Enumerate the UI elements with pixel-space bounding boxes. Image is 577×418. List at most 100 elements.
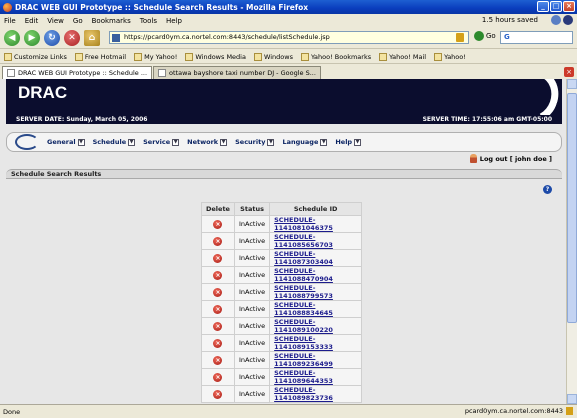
bookmark-item[interactable]: Yahoo!	[434, 52, 466, 61]
search-input[interactable]: G	[500, 31, 573, 44]
menu-security[interactable]: Security ▼	[235, 138, 275, 146]
lock-icon[interactable]	[456, 33, 464, 42]
menu-general[interactable]: General ▼	[47, 138, 85, 146]
delete-icon[interactable]: ×	[213, 389, 223, 399]
maximize-button[interactable]: □	[550, 1, 562, 12]
schedule-id-link[interactable]: SCHEDULE-1141081046375	[274, 216, 333, 232]
menu-bookmarks[interactable]: Bookmarks	[92, 17, 131, 25]
schedule-id-cell: SCHEDULE-1141089644353	[269, 368, 363, 386]
address-bar[interactable]: https://pcard0ym.ca.nortel.com:8443/sche…	[109, 31, 469, 44]
schedule-id-link[interactable]: SCHEDULE-1141087303404	[274, 250, 333, 266]
site-favicon-icon	[112, 34, 120, 42]
bookmark-item[interactable]: Yahoo! Bookmarks	[300, 52, 371, 61]
server-time: SERVER TIME: 17:55:06 am GMT-05:00	[422, 116, 552, 123]
tab-close-icon[interactable]: ×	[564, 67, 574, 77]
schedule-id-link[interactable]: SCHEDULE-1141088470904	[274, 267, 333, 283]
schedule-id-link[interactable]: SCHEDULE-1141089823736	[274, 386, 333, 402]
schedule-id-cell: SCHEDULE-1141089236499	[269, 351, 363, 369]
menu-go[interactable]: Go	[73, 17, 83, 25]
schedule-id-link[interactable]: SCHEDULE-1141088799573	[274, 284, 333, 300]
tab-drac[interactable]: DRAC WEB GUI Prototype :: Schedule ...	[2, 66, 153, 79]
drac-banner: DRAC	[6, 79, 562, 115]
schedule-id-cell: SCHEDULE-1141085656703	[269, 232, 363, 250]
table-row: × InActive SCHEDULE-1141089644353	[201, 368, 363, 386]
menu-edit[interactable]: Edit	[25, 17, 39, 25]
tab-google[interactable]: ottawa bayshore taxi number DJ - Google …	[153, 66, 321, 79]
minimize-button[interactable]: _	[537, 1, 549, 12]
schedule-id-link[interactable]: SCHEDULE-1141089100220	[274, 318, 333, 334]
schedule-id-link[interactable]: SCHEDULE-1141089153333	[274, 335, 333, 351]
chevron-down-icon: ▼	[354, 138, 362, 146]
bookmark-item[interactable]: Yahoo! Mail	[379, 52, 426, 61]
delete-cell: ×	[201, 249, 235, 267]
secure-lock-icon[interactable]	[566, 407, 573, 415]
reload-button[interactable]: ↻	[44, 29, 60, 46]
status-cell: InActive	[233, 300, 271, 318]
stop-button[interactable]: ✕	[64, 29, 80, 46]
delete-icon[interactable]: ×	[213, 338, 223, 348]
scroll-up-button[interactable]	[567, 79, 577, 89]
go-button[interactable]: Go	[474, 31, 496, 41]
delete-icon[interactable]: ×	[213, 270, 223, 280]
server-date: SERVER DATE: Sunday, March 05, 2006	[16, 116, 148, 123]
bookmark-icon	[300, 52, 309, 61]
delete-cell: ×	[201, 351, 235, 369]
table-row: × InActive SCHEDULE-1141088799573	[201, 283, 363, 301]
menu-language[interactable]: Language ▼	[282, 138, 328, 146]
column-header-status: Status	[233, 202, 271, 216]
schedule-id-link[interactable]: SCHEDULE-1141085656703	[274, 233, 333, 249]
menu-view[interactable]: View	[47, 17, 64, 25]
bookmark-item[interactable]: My Yahoo!	[134, 52, 177, 61]
delete-icon[interactable]: ×	[213, 236, 223, 246]
bookmark-icon	[134, 52, 143, 61]
menu-file[interactable]: File	[4, 17, 16, 25]
menu-help-app[interactable]: Help ▼	[335, 138, 362, 146]
delete-icon[interactable]: ×	[213, 321, 223, 331]
addon-icon[interactable]	[551, 15, 561, 25]
delete-icon[interactable]: ×	[213, 355, 223, 365]
schedule-id-link[interactable]: SCHEDULE-1141089644353	[274, 369, 333, 385]
schedule-id-link[interactable]: SCHEDULE-1141089236499	[274, 352, 333, 368]
bookmark-item[interactable]: Windows	[253, 52, 293, 61]
bookmark-item[interactable]: Free Hotmail	[74, 52, 126, 61]
schedule-id-cell: SCHEDULE-1141088799573	[269, 283, 363, 301]
delete-icon[interactable]: ×	[213, 372, 223, 382]
help-icon[interactable]: ?	[543, 185, 552, 194]
table-row: × InActive SCHEDULE-1141087303404	[201, 249, 363, 267]
bookmark-icon	[185, 52, 194, 61]
forward-button[interactable]: ▶	[24, 29, 40, 46]
close-button[interactable]: ×	[563, 1, 575, 12]
user-icon	[469, 154, 477, 163]
delete-icon[interactable]: ×	[213, 304, 223, 314]
app-logo-icon	[9, 133, 47, 151]
status-cell: InActive	[233, 232, 271, 250]
bookmark-item[interactable]: Customize Links	[4, 52, 67, 61]
schedule-id-cell: SCHEDULE-1141089100220	[269, 317, 363, 335]
bookmark-item[interactable]: Windows Media	[185, 52, 246, 61]
menu-tools[interactable]: Tools	[140, 17, 157, 25]
table-row: × InActive SCHEDULE-1141085656703	[201, 232, 363, 250]
home-button[interactable]: ⌂	[84, 29, 100, 46]
status-cell: InActive	[233, 215, 271, 233]
scroll-thumb[interactable]	[567, 93, 577, 323]
vertical-scrollbar[interactable]	[566, 79, 577, 404]
navigation-toolbar: ◀ ▶ ↻ ✕ ⌂ https://pcard0ym.ca.nortel.com…	[0, 27, 577, 49]
delete-icon[interactable]: ×	[213, 287, 223, 297]
address-url: https://pcard0ym.ca.nortel.com:8443/sche…	[124, 33, 330, 41]
chevron-down-icon: ▼	[77, 138, 85, 146]
logout-link[interactable]: Log out [ john doe ]	[469, 154, 552, 163]
menu-help[interactable]: Help	[166, 17, 182, 25]
menu-network[interactable]: Network ▼	[187, 138, 228, 146]
delete-icon[interactable]: ×	[213, 219, 223, 229]
menu-schedule[interactable]: Schedule ▼	[93, 138, 136, 146]
time-saved-label[interactable]: 1.5 hours saved	[482, 16, 538, 24]
delete-icon[interactable]: ×	[213, 253, 223, 263]
schedule-id-link[interactable]: SCHEDULE-1141088834645	[274, 301, 333, 317]
schedule-id-cell: SCHEDULE-1141088834645	[269, 300, 363, 318]
table-row: × InActive SCHEDULE-1141088834645	[201, 300, 363, 318]
schedule-id-cell: SCHEDULE-1141089823736	[269, 385, 363, 403]
column-header-schedule-id: Schedule ID	[269, 202, 363, 216]
back-button[interactable]: ◀	[4, 29, 20, 46]
menu-service[interactable]: Service ▼	[143, 138, 180, 146]
scroll-down-button[interactable]	[567, 394, 577, 404]
